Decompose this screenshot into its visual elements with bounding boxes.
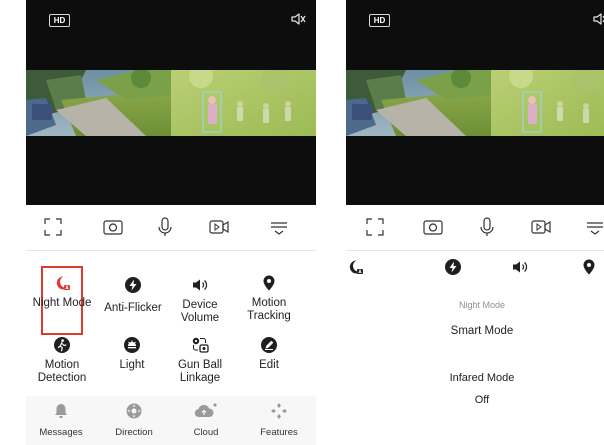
feature-device-volume[interactable]: Device Volume: [165, 276, 235, 325]
light-icon: [124, 337, 140, 353]
night-mode-section-title: Night Mode: [458, 300, 506, 310]
nav-label: Messages: [39, 427, 83, 438]
video-toolbar: [26, 205, 316, 250]
anti-flicker-icon: [125, 277, 141, 293]
nav-features[interactable]: Features: [244, 402, 314, 438]
live-video-view[interactable]: HD: [26, 0, 316, 205]
feature-edit[interactable]: Edit: [234, 336, 304, 372]
divider: [26, 250, 316, 251]
microphone-icon[interactable]: [154, 216, 176, 238]
feature-label: Device Volume: [180, 299, 220, 324]
live-video-view[interactable]: HD: [346, 0, 604, 205]
gun-ball-linkage-icon: [192, 337, 209, 353]
menu-icon[interactable]: [584, 216, 604, 238]
snapshot-icon[interactable]: [102, 216, 124, 238]
nav-messages[interactable]: Messages: [26, 402, 96, 438]
location-pin-icon: [263, 275, 275, 291]
nav-cloud[interactable]: Cloud: [171, 402, 241, 438]
nav-direction[interactable]: Direction: [99, 402, 169, 438]
direction-pad-icon: [126, 403, 142, 419]
volume-icon[interactable]: [511, 258, 529, 276]
right-phone-screen: HD A Night Mode Smart Mode Infared Mode …: [346, 0, 604, 445]
volume-icon: [193, 279, 208, 291]
microphone-icon[interactable]: [476, 216, 498, 238]
feature-label: Edit: [259, 359, 279, 371]
bottom-navigation: Messages Direction Cloud Features: [26, 396, 316, 445]
camera-feed-image: [346, 70, 604, 136]
feature-label: Motion Detection: [37, 359, 87, 384]
location-pin-icon[interactable]: [580, 258, 598, 276]
feature-label: Gun Ball Linkage: [177, 359, 223, 384]
edit-icon: [261, 337, 277, 353]
feature-light[interactable]: Light: [97, 336, 167, 372]
motion-detection-icon: [54, 337, 70, 353]
feature-night-mode[interactable]: A Night Mode: [27, 274, 97, 310]
feature-label: Light: [119, 359, 145, 371]
feature-label: Night Mode: [32, 297, 92, 309]
menu-icon[interactable]: [268, 216, 290, 238]
bell-icon: [55, 404, 67, 418]
hd-toggle-button[interactable]: HD: [369, 14, 390, 27]
hd-toggle-button[interactable]: HD: [49, 14, 70, 27]
night-mode-icon: A: [56, 276, 70, 290]
infrared-mode-label[interactable]: Infared Mode: [402, 372, 562, 384]
nav-label: Direction: [115, 427, 153, 438]
feature-anti-flicker[interactable]: Anti-Flicker: [98, 276, 168, 315]
feature-motion-detection[interactable]: Motion Detection: [27, 336, 97, 385]
fullscreen-icon[interactable]: [364, 216, 386, 238]
speaker-muted-icon[interactable]: [592, 11, 604, 27]
nav-label: Cloud: [193, 427, 219, 438]
feature-gun-ball-linkage[interactable]: Gun Ball Linkage: [165, 336, 235, 385]
divider: [346, 250, 604, 251]
anti-flicker-icon[interactable]: [444, 258, 462, 276]
speaker-muted-icon[interactable]: [290, 11, 306, 27]
night-mode-icon[interactable]: A: [346, 258, 364, 276]
record-video-icon[interactable]: [530, 216, 552, 238]
feature-label: Motion Tracking: [247, 297, 291, 322]
feature-label: Anti-Flicker: [104, 302, 162, 314]
nav-label: Features: [260, 427, 298, 438]
record-video-icon[interactable]: [208, 216, 230, 238]
feature-motion-tracking[interactable]: Motion Tracking: [234, 274, 304, 323]
camera-feed-image: [26, 70, 316, 136]
snapshot-icon[interactable]: [422, 216, 444, 238]
features-icon: [271, 403, 287, 419]
video-toolbar: [346, 205, 604, 250]
left-phone-screen: HD A Night Mode Anti-Flicker Device Volu…: [26, 0, 316, 445]
cloud-icon: [194, 403, 217, 418]
smart-mode-option[interactable]: Smart Mode: [402, 325, 562, 337]
fullscreen-icon[interactable]: [42, 216, 64, 238]
infrared-mode-value[interactable]: Off: [402, 394, 562, 406]
